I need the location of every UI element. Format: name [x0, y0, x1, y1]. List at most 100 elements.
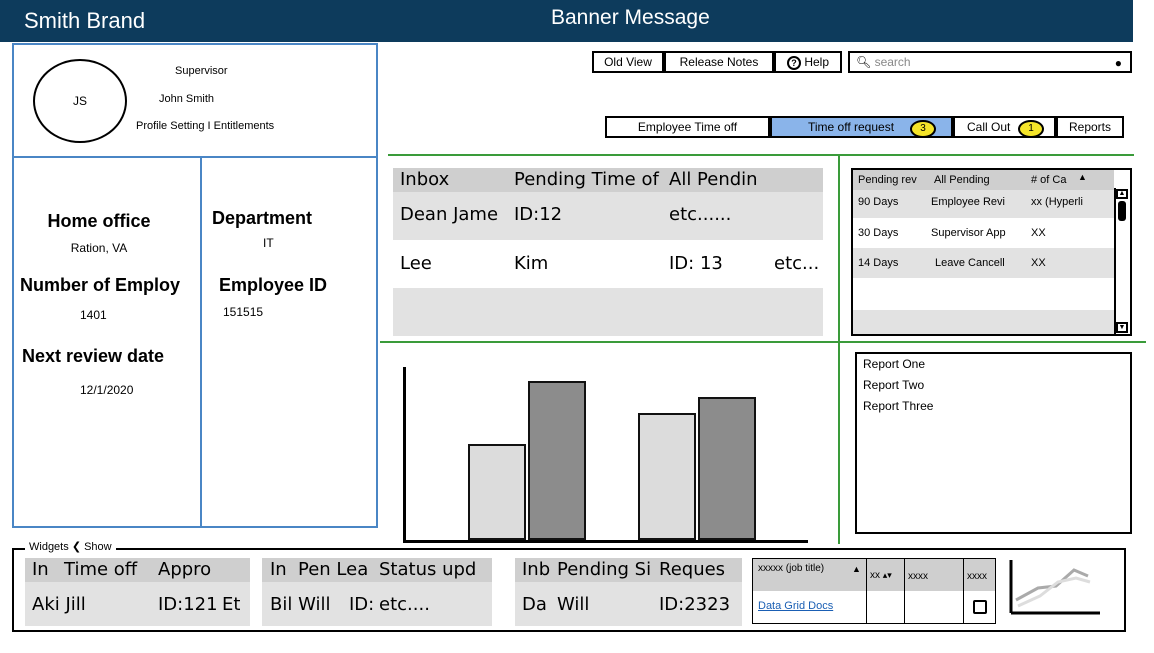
grid-row-checkbox[interactable]: [973, 600, 987, 614]
data-grid-docs-link[interactable]: Data Grid Docs: [758, 600, 833, 612]
widget3-row-id: ID:2323: [659, 594, 731, 615]
scroll-up-arrow-icon[interactable]: ▲: [1116, 189, 1128, 199]
widget2-row-etc: etc....: [379, 594, 430, 615]
home-office-value: Ration, VA: [70, 241, 128, 255]
profile-name: John Smith: [159, 93, 215, 105]
banner-message: Banner Message: [551, 6, 710, 29]
widget3-col1[interactable]: Inb: [522, 559, 550, 580]
profile-role: Supervisor: [175, 65, 228, 77]
pending-row2-count: XX: [1031, 227, 1046, 239]
widget1-row-id: ID:121: [158, 594, 218, 615]
pending-col-count[interactable]: # of Ca: [1031, 174, 1066, 186]
help-label: Help: [804, 55, 830, 69]
bar-chart: [392, 365, 822, 545]
scroll-down-arrow-icon[interactable]: ▼: [1116, 322, 1128, 333]
divider-vertical: [838, 154, 840, 544]
widget2-col3[interactable]: Status upd: [379, 559, 476, 580]
inbox-row1-name[interactable]: Dean Jame: [400, 204, 498, 225]
chart-bar-g2-s2: [698, 397, 756, 540]
mini-line-chart: [1009, 560, 1100, 615]
brand-name[interactable]: Smith Brand: [24, 8, 145, 34]
widget1-row-name[interactable]: Aki Jill: [32, 594, 86, 615]
pending-row1-days: 90 Days: [858, 196, 899, 208]
grid-line-2: [904, 559, 905, 623]
profile-settings-link[interactable]: Profile Setting I Entitlements: [136, 120, 274, 132]
divider-top: [388, 154, 1134, 156]
widget1-header: [25, 558, 250, 582]
widget2-col2[interactable]: Pen Lea: [298, 559, 368, 580]
grid-col-xx[interactable]: xx ▴▾: [870, 570, 892, 581]
inbox-col-pending[interactable]: Pending Time of: [514, 169, 659, 190]
scroll-thumb[interactable]: [1118, 201, 1126, 221]
sort-up-icon[interactable]: ▲: [1078, 172, 1087, 182]
sort-up-icon[interactable]: ▲: [852, 564, 861, 574]
inbox-row2-id: ID: 13: [669, 253, 723, 274]
pending-row3-count: XX: [1031, 257, 1046, 269]
inbox-col-inbox[interactable]: Inbox: [400, 169, 449, 190]
widget2-col1[interactable]: In: [270, 559, 287, 580]
report-three-link[interactable]: Report Three: [863, 399, 933, 413]
release-notes-button[interactable]: Release Notes: [664, 51, 774, 73]
grid-col-xxxx-1[interactable]: xxxx: [908, 571, 928, 582]
search-placeholder: search: [874, 55, 911, 69]
widgets-label: Widgets: [29, 541, 69, 553]
chart-bar-g1-s1: [468, 444, 526, 540]
inbox-row-bg-3: [393, 288, 823, 336]
chart-y-axis: [403, 367, 406, 543]
old-view-button[interactable]: Old View: [592, 51, 664, 73]
time-off-request-badge: 3: [910, 120, 936, 138]
widget2-row-id: ID:: [349, 594, 375, 615]
widget1-col1[interactable]: In: [32, 559, 49, 580]
pending-row3-days: 14 Days: [858, 257, 899, 269]
grid-line-3: [963, 559, 964, 623]
report-one-link[interactable]: Report One: [863, 357, 925, 371]
widget3-row-first[interactable]: Da: [522, 594, 547, 615]
details-divider: [200, 158, 202, 526]
avatar[interactable]: JS: [33, 59, 127, 143]
help-button[interactable]: ? Help: [774, 51, 842, 73]
employee-id-value: 151515: [223, 305, 264, 319]
widget1-col2[interactable]: Time off: [64, 559, 137, 580]
search-input[interactable]: 🔍︎ search ●: [848, 51, 1132, 73]
home-office-label: Home office: [47, 211, 151, 231]
tab-reports[interactable]: Reports: [1056, 116, 1124, 138]
inbox-col-all-pending[interactable]: All Pendin: [669, 169, 758, 190]
inbox-row2-first[interactable]: Lee: [400, 253, 432, 274]
department-label: Department: [212, 208, 313, 228]
pending-row1-type: Employee Revi: [931, 196, 1005, 208]
sort-updown-icon[interactable]: ▴▾: [883, 570, 892, 580]
grid-col-xx-label: xx: [870, 570, 880, 581]
employee-id-label: Employee ID: [219, 275, 328, 295]
widget1-col3[interactable]: Appro: [158, 559, 211, 580]
microphone-icon[interactable]: ●: [1115, 54, 1122, 72]
inbox-row1-id: ID:12: [514, 204, 563, 225]
call-out-badge: 1: [1018, 120, 1044, 138]
grid-col-xxxx-2[interactable]: xxxx: [967, 571, 987, 582]
pending-row3-type: Leave Cancell: [935, 257, 1005, 269]
pending-col-review[interactable]: Pending rev: [858, 174, 917, 186]
pending-col-all[interactable]: All Pending: [934, 174, 990, 186]
chart-bar-g2-s1: [638, 413, 696, 540]
widget3-col3[interactable]: Reques: [659, 559, 725, 580]
divider-middle: [380, 341, 1146, 343]
pending-row2-days: 30 Days: [858, 227, 899, 239]
widgets-show-toggle[interactable]: Show: [84, 541, 112, 553]
inbox-row2-etc: etc...: [774, 253, 820, 274]
tab-employee-time-off[interactable]: Employee Time off: [605, 116, 770, 138]
widget3-col2[interactable]: Pending Si: [557, 559, 651, 580]
next-review-value: 12/1/2020: [80, 383, 134, 397]
pending-row2-type: Supervisor App: [931, 227, 1006, 239]
department-value: IT: [263, 236, 274, 250]
report-two-link[interactable]: Report Two: [863, 378, 924, 392]
inbox-row1-etc: etc......: [669, 204, 732, 225]
tab-time-off-request-label: Time off request: [808, 120, 895, 134]
help-icon: ?: [786, 56, 801, 70]
widget2-row-name[interactable]: Bil Will: [270, 594, 330, 615]
chevron-left-icon[interactable]: ❮: [72, 541, 81, 553]
pending-row-bg-5: [853, 310, 1114, 334]
pending-row1-count[interactable]: xx (Hyperli: [1031, 196, 1083, 208]
grid-col-job-title[interactable]: xxxxx (job title): [758, 563, 848, 574]
inbox-row2-last: Kim: [514, 253, 549, 274]
chart-x-axis: [403, 540, 808, 543]
widget3-row-last: Will: [557, 594, 590, 615]
